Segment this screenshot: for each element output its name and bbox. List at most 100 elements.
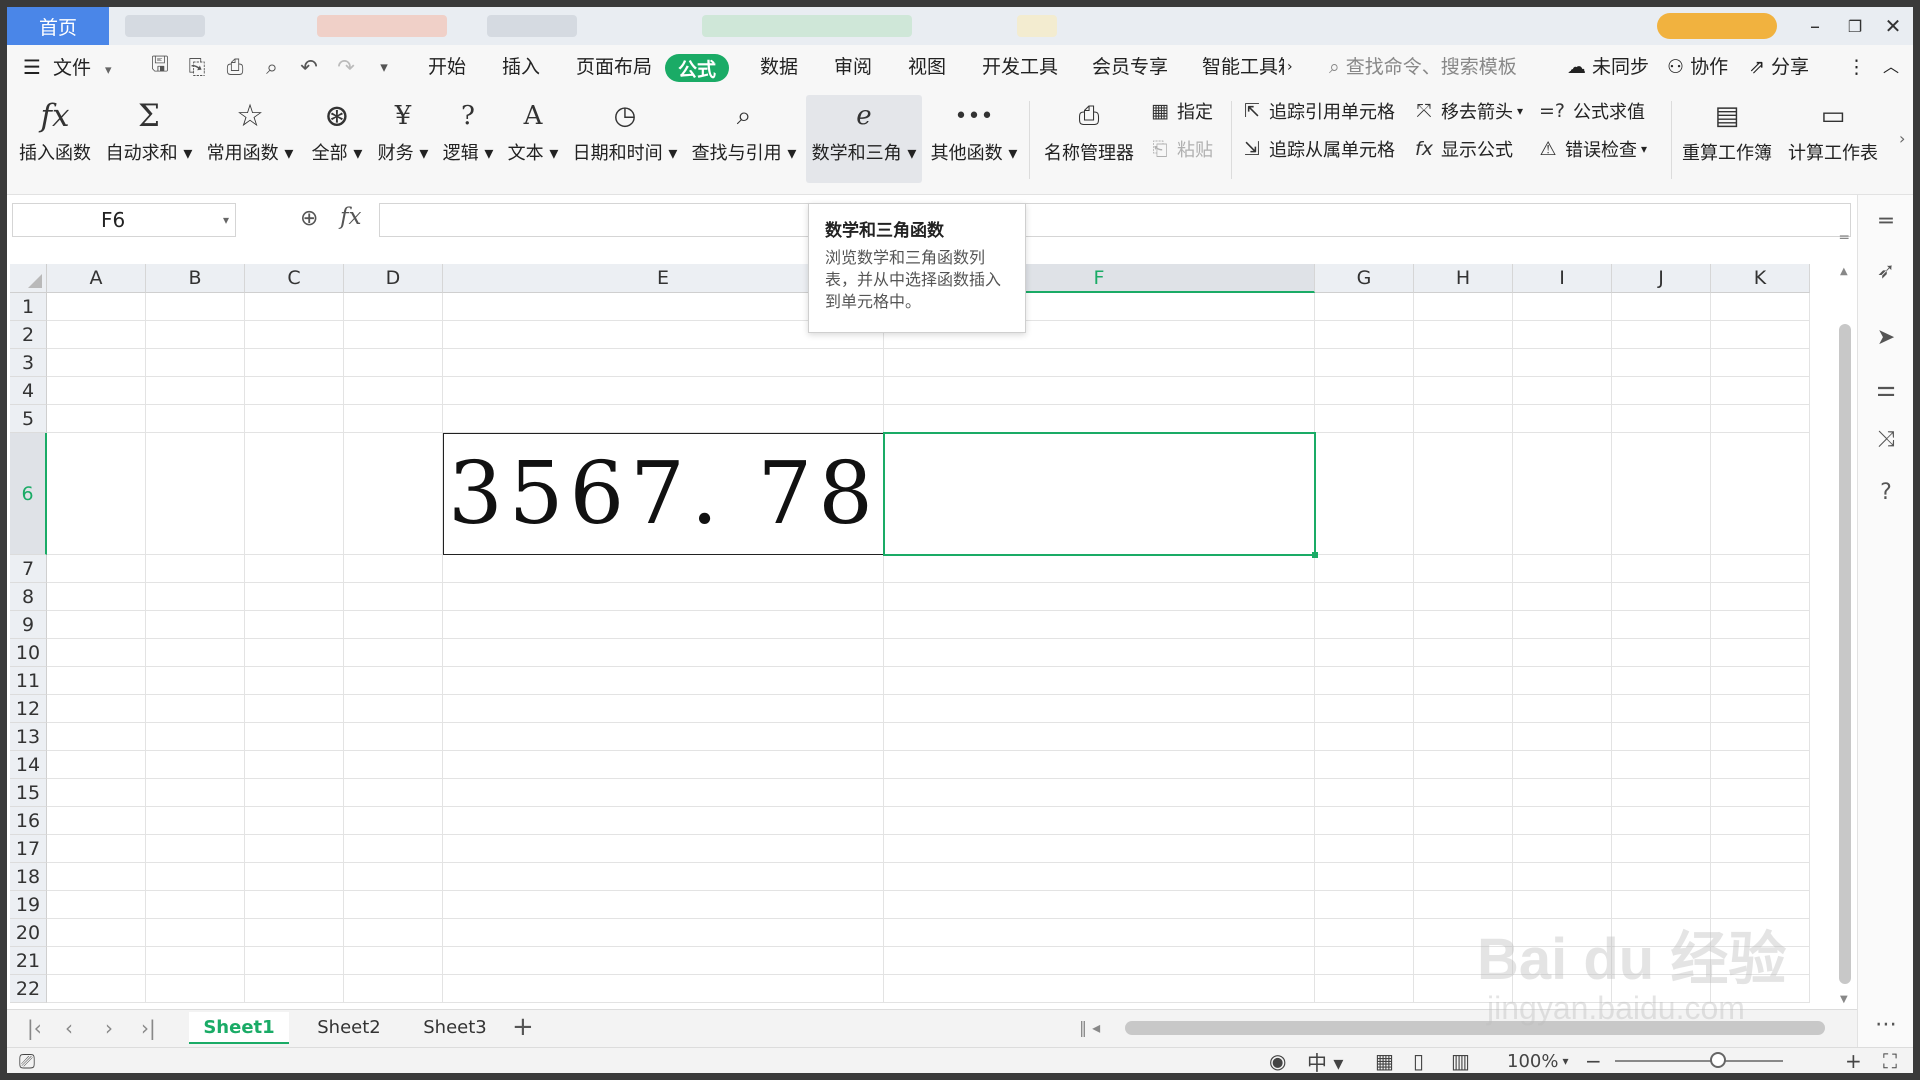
document-tab[interactable] <box>487 15 577 37</box>
collapse-ribbon-icon[interactable]: ︿ <box>1883 45 1899 89</box>
prev-sheet-icon[interactable]: ‹ <box>65 1016 73 1040</box>
text-functions-button[interactable]: A 文本 ▾ <box>504 95 562 183</box>
command-search[interactable]: ⌕ 查找命令、搜索模板 <box>1329 45 1517 89</box>
customize-toolbar-icon[interactable]: ▾ <box>372 55 396 79</box>
tab-page-layout[interactable]: 页面布局 <box>576 45 652 89</box>
specify-button[interactable]: ▦ 指定 <box>1147 97 1213 125</box>
tab-view[interactable]: 视图 <box>908 45 946 89</box>
select-all-corner[interactable] <box>10 264 47 293</box>
sheet-tab-sheet1[interactable]: Sheet1 <box>189 1012 289 1044</box>
spreadsheet-grid[interactable]: A B C D E F G H I J K 1 2 3 4 5 6 7 8 9 10 11 12 13 14 15 16 17 18 19… <box>7 264 1843 1014</box>
fx-icon[interactable]: fx <box>340 204 361 230</box>
column-header-h[interactable]: H <box>1414 264 1513 293</box>
row-header-16[interactable]: 16 <box>10 807 47 835</box>
recalc-workbook-button[interactable]: ▤ 重算工作簿 <box>1679 95 1775 183</box>
common-functions-button[interactable]: ☆ 常用函数 ▾ <box>205 95 295 183</box>
row-header-1[interactable]: 1 <box>10 293 47 321</box>
row-header-11[interactable]: 11 <box>10 667 47 695</box>
more-options-icon[interactable]: ⋯ <box>1872 1010 1900 1038</box>
column-header-b[interactable]: B <box>146 264 245 293</box>
datetime-functions-button[interactable]: ◷ 日期和时间 ▾ <box>570 95 680 183</box>
row-header-6[interactable]: 6 <box>10 433 47 555</box>
sheet-tab-sheet3[interactable]: Sheet3 <box>405 1012 505 1044</box>
row-header-15[interactable]: 15 <box>10 779 47 807</box>
show-formulas-button[interactable]: fx 显示公式 <box>1411 135 1513 163</box>
row-header-21[interactable]: 21 <box>10 947 47 975</box>
column-header-c[interactable]: C <box>245 264 344 293</box>
finance-functions-button[interactable]: ¥ 财务 ▾ <box>374 95 432 183</box>
trace-precedents-button[interactable]: ⇱ 追踪引用单元格 <box>1239 97 1395 125</box>
input-method-icon[interactable]: 中 ▾ <box>1307 1048 1343 1074</box>
sync-status-button[interactable]: ☁ 未同步 <box>1567 45 1649 89</box>
share-button[interactable]: ⇗ 分享 <box>1749 45 1809 89</box>
scroll-up-icon[interactable]: ▲ <box>1840 266 1848 277</box>
row-header-10[interactable]: 10 <box>10 639 47 667</box>
page-break-view-icon[interactable]: ▥ <box>1451 1048 1470 1073</box>
row-header-19[interactable]: 19 <box>10 891 47 919</box>
autosum-button[interactable]: Σ 自动求和 ▾ <box>105 95 193 183</box>
tab-member[interactable]: 会员专享 <box>1092 45 1168 89</box>
row-header-3[interactable]: 3 <box>10 349 47 377</box>
close-button[interactable]: ✕ <box>1878 11 1908 41</box>
print-icon[interactable]: ⎙ <box>223 55 247 79</box>
other-functions-button[interactable]: ••• 其他函数 ▾ <box>929 95 1019 183</box>
save-icon[interactable]: 🖫 <box>148 52 172 79</box>
macro-record-icon[interactable]: ⎚ <box>19 1048 35 1073</box>
vertical-scroll-thumb[interactable] <box>1839 324 1851 984</box>
column-header-a[interactable]: A <box>47 264 146 293</box>
zoom-in-icon[interactable]: + <box>1845 1048 1862 1073</box>
zoom-level[interactable]: 100% ▾ <box>1507 1048 1569 1073</box>
row-header-8[interactable]: 8 <box>10 583 47 611</box>
cell-e6[interactable]: 3567. 78 <box>443 433 884 555</box>
column-header-d[interactable]: D <box>344 264 443 293</box>
minimize-button[interactable]: – <box>1800 11 1830 41</box>
name-manager-button[interactable]: ⎙ 名称管理器 <box>1041 95 1137 183</box>
fullscreen-icon[interactable]: ⛶ <box>1883 1048 1897 1073</box>
document-tab[interactable] <box>125 15 205 37</box>
zoom-out-icon[interactable]: − <box>1585 1048 1602 1073</box>
math-trig-functions-button[interactable]: e 数学和三角 ▾ <box>806 95 922 183</box>
help-icon[interactable]: ? <box>1872 478 1900 506</box>
split-handle-icon[interactable]: ‖ ◂ <box>1079 1018 1100 1037</box>
ribbon-scroll-right-icon[interactable]: › <box>1899 129 1905 148</box>
settings-sliders-icon[interactable]: ⚌ <box>1872 375 1900 403</box>
trace-dependents-button[interactable]: ⇲ 追踪从属单元格 <box>1239 135 1395 163</box>
column-header-j[interactable]: J <box>1612 264 1711 293</box>
page-layout-view-icon[interactable]: ▯ <box>1413 1048 1424 1073</box>
format-painter-icon[interactable]: ⎘ <box>185 55 209 79</box>
undo-icon[interactable]: ↶ <box>297 55 321 79</box>
scroll-top-icon[interactable]: ═ <box>1872 207 1900 235</box>
row-header-2[interactable]: 2 <box>10 321 47 349</box>
error-check-button[interactable]: ⚠ 错误检查 ▾ <box>1535 135 1647 163</box>
row-header-4[interactable]: 4 <box>10 377 47 405</box>
chevron-down-icon[interactable]: ▾ <box>223 204 229 236</box>
eye-protection-icon[interactable]: ◉ <box>1269 1048 1286 1073</box>
cell-f6-selected[interactable] <box>883 432 1318 558</box>
all-functions-button[interactable]: ⊛ 全部 ▾ <box>307 95 367 183</box>
tab-data[interactable]: 数据 <box>760 45 798 89</box>
print-preview-icon[interactable]: ⌕ <box>260 55 284 79</box>
document-tab-active[interactable] <box>702 15 912 37</box>
next-sheet-icon[interactable]: › <box>105 1016 113 1040</box>
file-menu[interactable]: ☰ 文件 ▾ <box>23 45 112 89</box>
column-header-g[interactable]: G <box>1315 264 1414 293</box>
new-tab-button[interactable] <box>1017 15 1057 37</box>
fill-handle[interactable] <box>1312 552 1318 558</box>
tab-insert[interactable]: 插入 <box>502 45 540 89</box>
more-menu-icon[interactable]: ⋮ <box>1847 45 1866 89</box>
row-header-13[interactable]: 13 <box>10 723 47 751</box>
remove-arrows-button[interactable]: ⤧ 移去箭头 ▾ <box>1411 97 1523 125</box>
cursor-icon[interactable]: ➤ <box>1872 323 1900 351</box>
tab-developer[interactable]: 开发工具 <box>982 45 1058 89</box>
row-header-9[interactable]: 9 <box>10 611 47 639</box>
collab-button[interactable]: ⚇ 协作 <box>1667 45 1728 89</box>
redo-icon[interactable]: ↷ <box>334 55 358 79</box>
sheet-tab-sheet2[interactable]: Sheet2 <box>299 1012 399 1044</box>
user-avatar[interactable] <box>1657 13 1777 39</box>
home-tab[interactable]: 首页 <box>7 7 109 45</box>
scroll-down-icon[interactable]: ▼ <box>1840 994 1848 1005</box>
rocket-icon[interactable]: ➶ <box>1872 257 1900 285</box>
last-sheet-icon[interactable]: ›| <box>141 1016 156 1040</box>
row-header-14[interactable]: 14 <box>10 751 47 779</box>
document-tab[interactable] <box>317 15 447 37</box>
